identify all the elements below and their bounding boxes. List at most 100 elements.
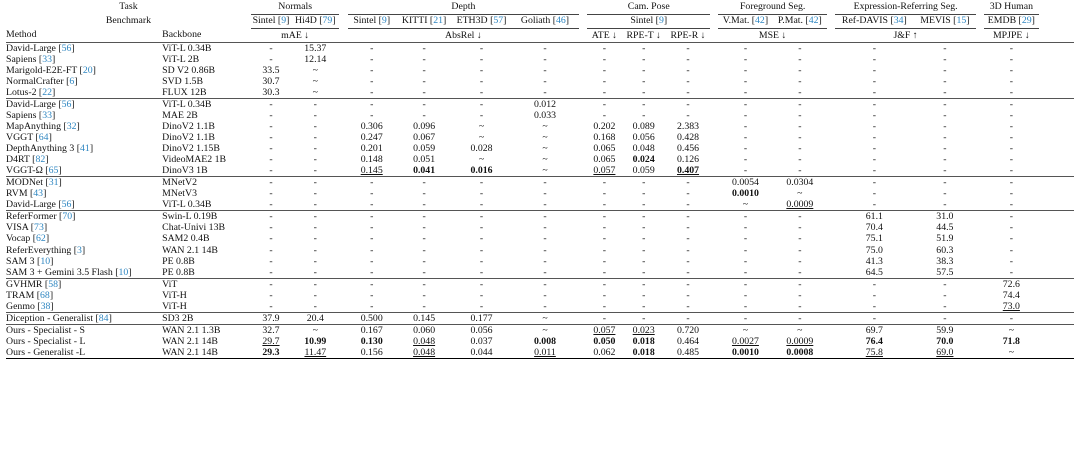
value-cell: 30.3	[262, 86, 280, 98]
value-cell: -	[943, 75, 947, 87]
value-cell: 0.011	[510, 346, 580, 359]
citation-link[interactable]: 38	[41, 301, 51, 312]
value-cell: 76.4	[865, 335, 883, 347]
value-cell: -	[943, 53, 947, 65]
citation-link[interactable]: 41	[80, 143, 90, 154]
citation-link[interactable]: 33	[42, 54, 52, 65]
citation-link[interactable]: 6	[69, 76, 74, 87]
value-cell: 0.306	[360, 120, 383, 132]
backbone-cell: MNetV3	[162, 188, 197, 200]
table-row: Lotus-2 [22] FLUX 12B 30.3 ~ - - - - - - - - - - - -	[6, 87, 1074, 99]
citation-link[interactable]: 31	[49, 178, 59, 189]
citation-link[interactable]: 65	[49, 165, 59, 176]
citation-link[interactable]: 20	[83, 65, 93, 76]
citation-link[interactable]: 9	[659, 15, 664, 26]
citation-link[interactable]: 32	[67, 121, 77, 132]
value-cell: -	[686, 188, 690, 200]
value-cell: -	[743, 289, 748, 301]
value-cell: -	[313, 143, 317, 155]
table-row: Ours - Specialist - S WAN 2.1 1.3B 32.7 ~0.…	[6, 323, 1074, 336]
value-cell: -	[479, 199, 484, 211]
citation-link[interactable]: 62	[36, 233, 46, 244]
method-name: Sapiens	[6, 53, 37, 65]
method-name: Sapiens	[6, 109, 37, 121]
citation-link[interactable]: 9	[281, 15, 286, 26]
value-cell: 0.0010	[731, 188, 759, 200]
value-cell: -	[269, 165, 273, 177]
method-name: Ours - Generalist -L	[6, 346, 86, 358]
method-name: ReferEverything	[6, 244, 72, 256]
value-cell: 60.3	[936, 244, 954, 256]
citation-link[interactable]: 42	[755, 15, 765, 26]
method-cell: VGGT-Ω [65]	[6, 165, 62, 177]
method-name: RVM	[6, 188, 28, 200]
value-cell: 10.99	[304, 335, 327, 347]
value-cell: 0.202	[593, 120, 616, 132]
benchmark-sintel: Sintel [9]	[250, 14, 292, 29]
value-cell: 0.089	[632, 120, 655, 132]
value-cell: -	[370, 53, 374, 65]
value-cell: -	[347, 176, 396, 189]
citation-link[interactable]: 73	[34, 222, 44, 233]
backbone-cell: DinoV2 1.1B	[162, 120, 215, 132]
value-cell: -	[543, 64, 547, 76]
value-cell: -	[943, 154, 947, 166]
value-cell: -	[370, 75, 374, 87]
citation-link[interactable]: 84	[99, 313, 109, 324]
citation-link[interactable]: 21	[433, 15, 443, 26]
value-cell: -	[943, 289, 947, 301]
value-cell: 0.0027	[731, 335, 759, 347]
value-cell: -	[313, 188, 317, 200]
value-cell: 31.0	[913, 210, 977, 223]
citation-link[interactable]: 15	[956, 15, 966, 26]
citation-link[interactable]: 58	[48, 279, 58, 290]
value-cell: -	[347, 210, 396, 223]
value-cell: -	[602, 300, 607, 312]
value-cell: -	[602, 244, 607, 256]
citation-link[interactable]: 3	[77, 245, 82, 256]
citation-link[interactable]: 46	[556, 15, 566, 26]
citation-link[interactable]: 22	[42, 87, 52, 98]
value-cell: -	[798, 266, 802, 278]
citation-link[interactable]: 34	[894, 15, 904, 26]
results-table-page: Task Normals Depth Cam. Pose Foreground …	[6, 0, 1074, 359]
citation-link[interactable]: 64	[39, 132, 49, 143]
citation-link[interactable]: 9	[382, 15, 387, 26]
value-cell: -	[872, 109, 876, 121]
value-cell: -	[1009, 222, 1013, 234]
citation-link[interactable]: 10	[40, 256, 50, 267]
citation-link[interactable]: 82	[35, 154, 45, 165]
citation-link[interactable]: 70	[62, 212, 72, 223]
citation-link[interactable]: 33	[42, 110, 52, 121]
citation-link[interactable]: 56	[62, 99, 72, 110]
citation-link[interactable]: 43	[33, 188, 43, 199]
method-cell: VISA [73]	[6, 222, 48, 234]
value-cell: -	[313, 266, 317, 278]
value-cell: -	[291, 277, 340, 290]
value-cell: ~	[312, 75, 318, 87]
value-cell: -	[422, 199, 426, 211]
value-cell: -	[642, 109, 646, 121]
citation-link[interactable]: 56	[62, 199, 72, 210]
value-cell: 61.1	[835, 210, 914, 223]
table-row: D4RT [82] VideoMAE2 1B - - 0.148 0.051 ~ ~0.065…	[6, 154, 1074, 165]
method-cell: Lotus-2 [22]	[6, 86, 56, 98]
backbone-cell: ViT	[162, 277, 251, 290]
method-col-header: Method	[6, 29, 37, 41]
citation-link[interactable]: 57	[493, 15, 503, 26]
value-cell: -	[772, 97, 828, 110]
citation-link[interactable]: 68	[40, 290, 50, 301]
value-cell: -	[395, 97, 453, 110]
value-cell: -	[587, 311, 622, 325]
citation-link[interactable]: 42	[809, 15, 819, 26]
value-cell: 33.5	[262, 64, 280, 76]
citation-link[interactable]: 29	[1022, 15, 1032, 26]
value-cell: 70.0	[936, 335, 954, 347]
value-cell: 0.048	[395, 346, 453, 359]
value-cell: ~	[312, 86, 318, 98]
citation-link[interactable]: 56	[62, 43, 72, 54]
citation-link[interactable]: 79	[323, 15, 333, 26]
citation-link[interactable]: 10	[119, 267, 129, 278]
value-cell: -	[422, 109, 426, 121]
results-body: David-Large [56] ViT-L 0.34B -15.37- - - - - - -…	[6, 41, 1074, 359]
